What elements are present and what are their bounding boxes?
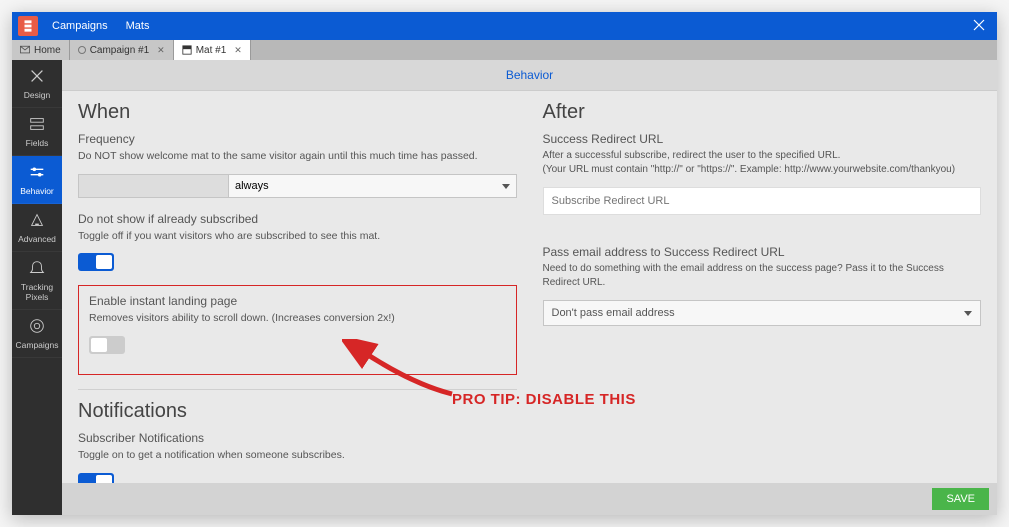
sidebar: Design Fields Behavior Advanced Tracking… xyxy=(12,60,62,515)
pass-email-value: Don't pass email address xyxy=(552,307,675,319)
pass-email-select[interactable]: Don't pass email address xyxy=(543,300,982,326)
pass-label: Pass email address to Success Redirect U… xyxy=(543,245,982,259)
tab-label: Campaign #1 xyxy=(90,45,149,56)
frequency-label: Frequency xyxy=(78,132,517,146)
when-title: When xyxy=(78,101,517,124)
tracking-icon xyxy=(28,259,46,279)
redirect-label: Success Redirect URL xyxy=(543,132,982,146)
instant-toggle[interactable] xyxy=(89,336,125,354)
subscribed-help: Toggle off if you want visitors who are … xyxy=(78,229,517,244)
window-close-button[interactable] xyxy=(967,19,991,34)
save-button[interactable]: SAVE xyxy=(932,488,989,510)
close-icon[interactable]: ✕ xyxy=(157,45,165,56)
tab-label: Home xyxy=(34,45,61,56)
sidebar-item-tracking[interactable]: Tracking Pixels xyxy=(12,252,62,310)
mat-icon xyxy=(182,45,192,55)
tab-label: Mat #1 xyxy=(196,45,227,56)
dot-icon xyxy=(78,46,86,54)
sidebar-item-label: Design xyxy=(24,90,50,100)
sidebar-item-design[interactable]: Design xyxy=(12,60,62,108)
frequency-prefix[interactable] xyxy=(78,174,228,198)
menu-mats[interactable]: Mats xyxy=(126,20,150,32)
after-title: After xyxy=(543,101,982,124)
frequency-select[interactable]: always xyxy=(228,174,517,198)
notif-sub-label: Subscriber Notifications xyxy=(78,431,517,445)
frequency-help: Do NOT show welcome mat to the same visi… xyxy=(78,149,517,164)
sidebar-item-campaigns[interactable]: Campaigns xyxy=(12,310,62,358)
after-column: After Success Redirect URL After a succe… xyxy=(543,101,982,491)
behavior-icon xyxy=(28,163,46,183)
notif-sub-help: Toggle on to get a notification when som… xyxy=(78,448,517,463)
save-bar: SAVE xyxy=(62,483,997,515)
sidebar-item-label: Advanced xyxy=(18,234,56,244)
tab-campaign[interactable]: Campaign #1 ✕ xyxy=(70,40,174,60)
sidebar-item-label: Fields xyxy=(26,138,49,148)
sidebar-item-label: Campaigns xyxy=(16,340,59,350)
instant-help: Removes visitors ability to scroll down.… xyxy=(89,311,506,326)
annotation-text: PRO TIP: DISABLE THIS xyxy=(452,391,636,408)
menu-campaigns[interactable]: Campaigns xyxy=(52,20,108,32)
sidebar-item-advanced[interactable]: Advanced xyxy=(12,204,62,252)
frequency-value: always xyxy=(235,180,269,192)
instant-label: Enable instant landing page xyxy=(89,294,506,308)
sidebar-item-label: Tracking Pixels xyxy=(12,282,62,302)
tab-mat[interactable]: Mat #1 ✕ xyxy=(174,40,251,60)
app-logo xyxy=(18,16,38,36)
subscribed-toggle[interactable] xyxy=(78,253,114,271)
when-column: When Frequency Do NOT show welcome mat t… xyxy=(78,101,517,491)
sidebar-item-behavior[interactable]: Behavior xyxy=(12,156,62,204)
design-icon xyxy=(28,67,46,87)
campaigns-icon xyxy=(28,317,46,337)
tab-home[interactable]: Home xyxy=(12,40,70,60)
pass-help: Need to do something with the email addr… xyxy=(543,262,982,290)
redirect-url-input[interactable] xyxy=(543,187,982,215)
sidebar-item-fields[interactable]: Fields xyxy=(12,108,62,156)
sidebar-item-label: Behavior xyxy=(20,186,54,196)
subscribed-label: Do not show if already subscribed xyxy=(78,212,517,226)
mail-icon xyxy=(20,45,30,55)
fields-icon xyxy=(28,115,46,135)
page-title: Behavior xyxy=(62,60,997,91)
advanced-icon xyxy=(28,211,46,231)
title-bar: Campaigns Mats xyxy=(12,12,997,40)
redirect-help: After a successful subscribe, redirect t… xyxy=(543,149,982,177)
tab-strip: Home Campaign #1 ✕ Mat #1 ✕ xyxy=(12,40,997,60)
notifications-title: Notifications xyxy=(78,400,517,423)
close-icon[interactable]: ✕ xyxy=(234,45,242,56)
instant-landing-box: Enable instant landing page Removes visi… xyxy=(78,285,517,375)
